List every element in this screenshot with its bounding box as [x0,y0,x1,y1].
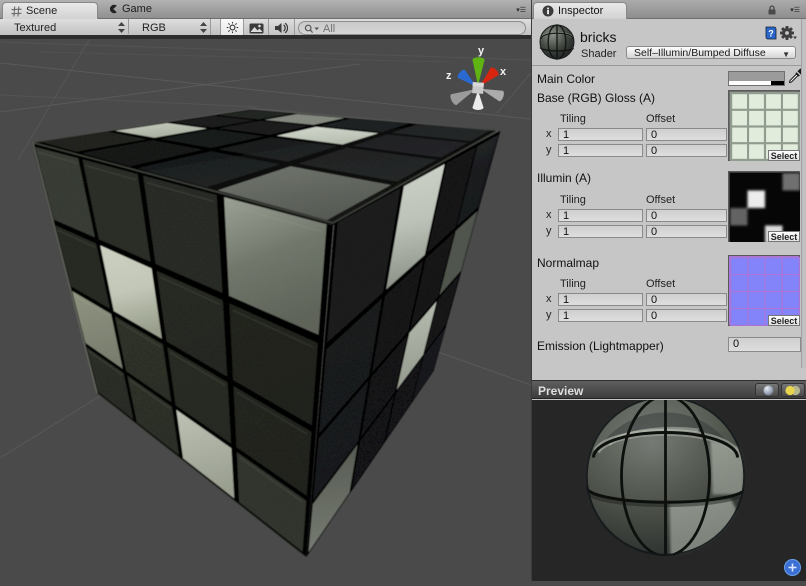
svg-text:?: ? [768,29,774,39]
svg-text:x: x [500,66,507,78]
svg-text:z: z [446,70,452,82]
svg-text:y: y [478,45,485,57]
